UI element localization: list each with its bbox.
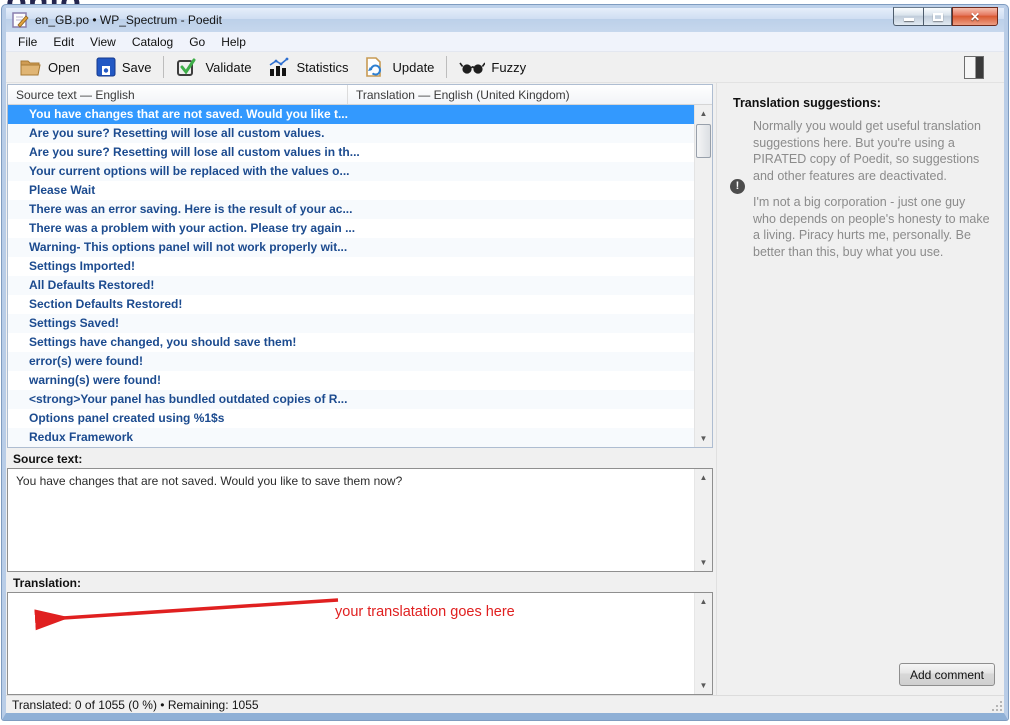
statistics-button[interactable]: Statistics [259, 54, 356, 80]
update-label: Update [392, 60, 434, 75]
resize-grip[interactable] [992, 701, 1002, 711]
toolbar-separator [163, 56, 164, 78]
source-text-box: You have changes that are not saved. Wou… [7, 468, 713, 572]
scroll-up-icon[interactable]: ▲ [695, 469, 712, 486]
list-item[interactable]: Redux Framework [8, 428, 694, 447]
open-folder-icon [20, 58, 42, 76]
fuzzy-glasses-icon [459, 59, 485, 75]
list-item[interactable]: There was a problem with your action. Pl… [8, 219, 694, 238]
minimize-button[interactable] [893, 7, 923, 26]
maximize-button[interactable] [923, 7, 952, 26]
update-button[interactable]: Update [356, 54, 442, 80]
list-item[interactable]: Please Wait [8, 181, 694, 200]
title-bar[interactable]: en_GB.po • WP_Spectrum - Poedit ✕ [6, 8, 1004, 32]
status-bar: Translated: 0 of 1055 (0 %) • Remaining:… [6, 695, 1004, 713]
menu-file[interactable]: File [10, 33, 45, 51]
scroll-thumb[interactable] [696, 124, 711, 158]
validate-button[interactable]: Validate [168, 54, 259, 80]
list-item[interactable]: Are you sure? Resetting will lose all cu… [8, 143, 694, 162]
toolbar-separator [446, 56, 447, 78]
open-button[interactable]: Open [12, 55, 88, 79]
validate-label: Validate [205, 60, 251, 75]
list-item[interactable]: error(s) were found! [8, 352, 694, 371]
close-icon: ✕ [970, 10, 980, 24]
annotation-text: your translatation goes here [335, 604, 515, 620]
list-item[interactable]: warning(s) were found! [8, 371, 694, 390]
fuzzy-button[interactable]: Fuzzy [451, 56, 534, 78]
list-item[interactable]: Your current options will be replaced wi… [8, 162, 694, 181]
suggestions-paragraph-2: I'm not a big corporation - just one guy… [753, 194, 990, 260]
source-text-label: Source text: [7, 448, 713, 468]
maximize-icon [933, 13, 943, 21]
exclamation-icon: ! [730, 179, 745, 194]
list-item[interactable]: All Defaults Restored! [8, 276, 694, 295]
list-item[interactable]: Are you sure? Resetting will lose all cu… [8, 124, 694, 143]
save-button[interactable]: Save [88, 54, 160, 80]
list-item[interactable]: Section Defaults Restored! [8, 295, 694, 314]
list-scrollbar[interactable]: ▲ ▼ [694, 105, 712, 447]
translation-list: Source text — English Translation — Engl… [7, 84, 713, 448]
list-item[interactable]: Settings Saved! [8, 314, 694, 333]
status-text: Translated: 0 of 1055 (0 %) • Remaining:… [12, 698, 259, 712]
list-item[interactable]: There was an error saving. Here is the r… [8, 200, 694, 219]
list-item[interactable]: Warning- This options panel will not wor… [8, 238, 694, 257]
menu-help[interactable]: Help [213, 33, 254, 51]
list-header: Source text — English Translation — Engl… [8, 85, 712, 105]
menu-bar: FileEditViewCatalogGoHelp [6, 32, 1004, 52]
list-item[interactable]: Settings have changed, you should save t… [8, 333, 694, 352]
save-label: Save [122, 60, 152, 75]
statistics-label: Statistics [296, 60, 348, 75]
validate-check-icon [176, 57, 199, 77]
suggestions-title: Translation suggestions: [733, 96, 994, 110]
list-item[interactable]: <strong>Your panel has bundled outdated … [8, 390, 694, 409]
sidebar-toggle-icon[interactable] [964, 56, 984, 79]
list-rows: You have changes that are not saved. Wou… [8, 105, 694, 447]
scroll-down-icon[interactable]: ▼ [695, 430, 712, 447]
minimize-icon [904, 18, 914, 21]
translation-column-header[interactable]: Translation — English (United Kingdom) [348, 85, 712, 104]
menu-catalog[interactable]: Catalog [124, 33, 181, 51]
list-body: You have changes that are not saved. Wou… [8, 105, 712, 447]
update-refresh-icon [364, 57, 386, 77]
suggestions-sidebar: Translation suggestions: Normally you wo… [716, 83, 1004, 695]
suggestions-paragraph-1: Normally you would get useful translatio… [753, 118, 990, 184]
menu-go[interactable]: Go [181, 33, 213, 51]
source-scrollbar[interactable]: ▲ ▼ [694, 469, 712, 571]
fuzzy-label: Fuzzy [491, 60, 526, 75]
add-comment-button[interactable]: Add comment [899, 663, 995, 686]
close-button[interactable]: ✕ [952, 7, 998, 26]
poedit-window: en_GB.po • WP_Spectrum - Poedit ✕ FileEd… [2, 5, 1008, 720]
source-column-header[interactable]: Source text — English [8, 85, 348, 104]
list-item[interactable]: You have changes that are not saved. Wou… [8, 105, 694, 124]
menu-edit[interactable]: Edit [45, 33, 82, 51]
translation-label: Translation: [7, 572, 713, 592]
list-item[interactable]: Options panel created using %1$s [8, 409, 694, 428]
editor-column: Source text — English Translation — Engl… [6, 83, 714, 695]
translation-input[interactable]: your translatation goes here ▲ ▼ [7, 592, 713, 695]
scroll-down-icon[interactable]: ▼ [695, 554, 712, 571]
content-area: Source text — English Translation — Engl… [6, 83, 1004, 695]
open-label: Open [48, 60, 80, 75]
statistics-chart-icon [267, 57, 290, 77]
window-title: en_GB.po • WP_Spectrum - Poedit [35, 13, 222, 27]
list-item[interactable]: Settings Imported! [8, 257, 694, 276]
source-text-value: You have changes that are not saved. Wou… [8, 469, 694, 571]
caption-buttons: ✕ [893, 7, 998, 26]
annotation-layer: your translatation goes here [8, 593, 694, 694]
toolbar: Open Save Validate [6, 52, 1004, 83]
scroll-track [695, 486, 712, 554]
scroll-up-icon[interactable]: ▲ [695, 105, 712, 122]
save-floppy-icon [96, 57, 116, 77]
poedit-app-icon [12, 12, 29, 28]
scroll-track[interactable] [695, 122, 712, 430]
menu-view[interactable]: View [82, 33, 124, 51]
